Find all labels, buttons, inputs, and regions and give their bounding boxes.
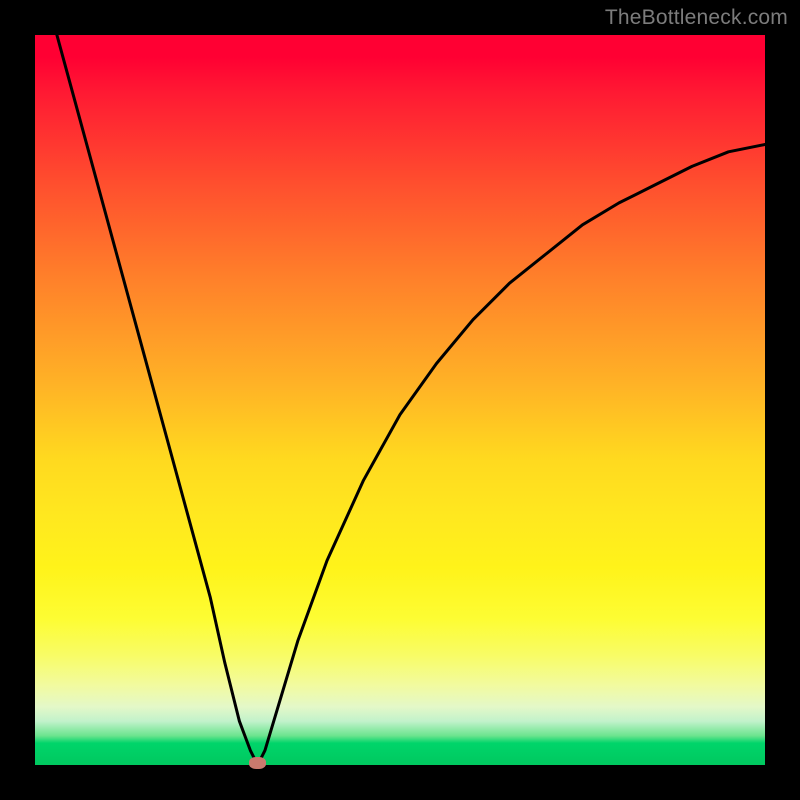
- minimum-marker: [249, 757, 266, 769]
- watermark-text: TheBottleneck.com: [605, 6, 788, 30]
- bottleneck-curve: [35, 35, 765, 765]
- chart-frame: TheBottleneck.com: [0, 0, 800, 800]
- plot-area: [35, 35, 765, 765]
